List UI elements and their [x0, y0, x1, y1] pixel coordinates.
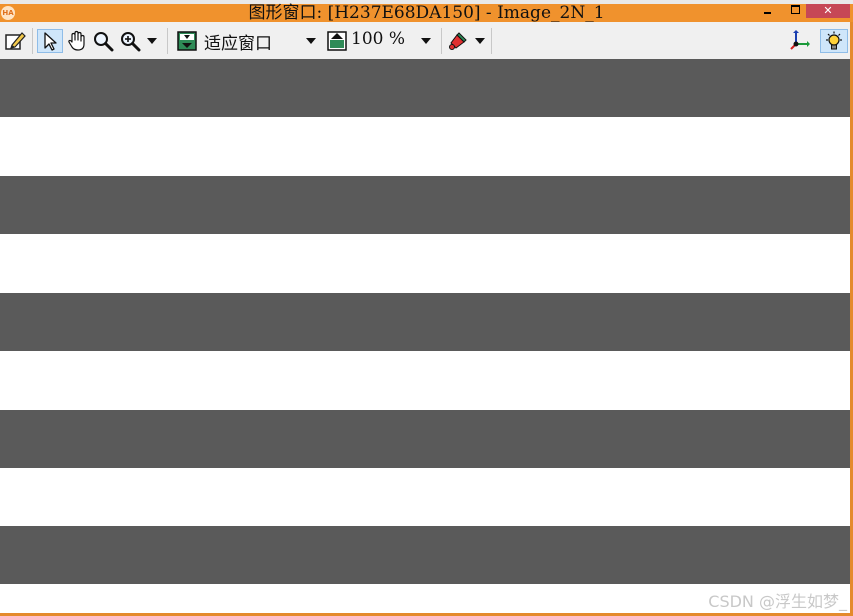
chevron-down-icon	[421, 38, 431, 44]
toolbar: 适应窗口 100 %	[0, 22, 853, 60]
fit-window-label[interactable]: 适应窗口	[204, 29, 272, 54]
image-stripe-dark	[0, 526, 850, 584]
image-canvas[interactable]	[0, 59, 850, 613]
chevron-down-icon	[147, 38, 157, 44]
hand-pan-icon	[68, 30, 85, 51]
toolbar-separator	[32, 28, 33, 54]
zoom-percent-icon	[327, 31, 347, 51]
pointer-select-button[interactable]	[37, 29, 63, 53]
color-dropdown-button[interactable]	[472, 29, 488, 53]
minimize-icon	[763, 12, 771, 14]
title-bar[interactable]: HA 图形窗口: [H237E68DA150] - Image_2N_1 ✕	[0, 3, 853, 23]
maximize-icon	[790, 5, 800, 14]
lightbulb-button[interactable]	[820, 29, 848, 53]
zoom-percent-dropdown-button[interactable]	[418, 29, 434, 53]
color-brush-button[interactable]	[446, 29, 470, 53]
magnifier-icon	[94, 32, 114, 52]
hand-pan-button[interactable]	[65, 29, 89, 53]
axes-icon	[790, 30, 810, 50]
graphics-window: HA 图形窗口: [H237E68DA150] - Image_2N_1 ✕ 适…	[0, 0, 853, 616]
edit-draw-icon	[5, 32, 26, 50]
fit-window-icon	[177, 31, 197, 51]
minimize-button[interactable]	[758, 4, 776, 18]
zoom-in-button[interactable]	[118, 29, 142, 53]
image-stripe-dark	[0, 410, 850, 468]
window-title: 图形窗口: [H237E68DA150] - Image_2N_1	[248, 3, 605, 23]
image-stripe-dark	[0, 59, 850, 117]
axes-button[interactable]	[786, 29, 812, 53]
toolbar-separator	[167, 28, 168, 54]
chevron-down-icon	[306, 38, 316, 44]
edit-draw-button[interactable]	[3, 29, 27, 53]
color-brush-icon	[449, 32, 467, 50]
close-button[interactable]: ✕	[806, 4, 850, 18]
toolbar-separator	[441, 28, 442, 54]
close-icon: ✕	[823, 4, 833, 17]
maximize-button[interactable]	[786, 4, 804, 18]
magnifier-button[interactable]	[91, 29, 115, 53]
zoom-in-icon	[121, 32, 141, 52]
zoom-percent-button[interactable]	[325, 29, 349, 53]
toolbar-separator	[491, 28, 492, 54]
image-stripe-dark	[0, 176, 850, 234]
zoom-dropdown-button[interactable]	[144, 29, 160, 53]
pointer-select-icon	[44, 32, 57, 51]
zoom-percent-label[interactable]: 100 %	[351, 29, 405, 53]
watermark-text: CSDN @浮生如梦_	[708, 592, 847, 611]
fit-window-dropdown-button[interactable]	[303, 29, 319, 53]
lightbulb-icon	[826, 31, 842, 50]
fit-window-button[interactable]	[175, 29, 199, 53]
image-stripe-dark	[0, 293, 850, 351]
chevron-down-icon	[475, 38, 485, 44]
